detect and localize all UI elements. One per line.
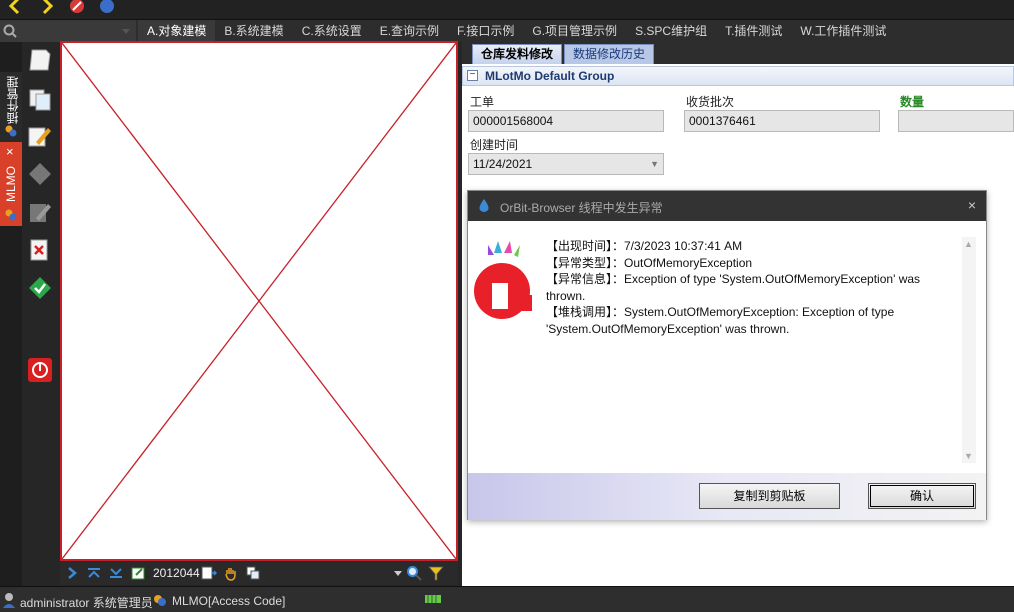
forward-arrow-icon[interactable] xyxy=(38,0,56,15)
scroll-up-icon[interactable]: ▲ xyxy=(964,239,973,249)
status-bar: administrator 系统管理员 MLMO[Access Code] xyxy=(0,586,1014,612)
menu-item-spc-maintenance[interactable]: S.SPC维护组 xyxy=(626,20,716,42)
record-id: 2012044 xyxy=(153,566,200,580)
menu-item-work-plugin-test[interactable]: W.工作插件测试 xyxy=(791,20,895,42)
menu-item-interface-examples[interactable]: F.接口示例 xyxy=(448,20,523,42)
dialog-body: 【出现时间】：7/3/2023 10:37:41 AM 【异常类型】：OutOf… xyxy=(468,221,986,473)
menu-search-box[interactable] xyxy=(0,20,136,42)
main-menu-bar: A.对象建模 B.系统建模 C.系统设置 E.查询示例 F.接口示例 G.项目管… xyxy=(0,20,1014,42)
delete-icon[interactable] xyxy=(26,236,54,264)
receive-batch-label: 收货批次 xyxy=(686,95,735,109)
disabled-edit-icon[interactable] xyxy=(26,198,54,226)
created-time-picker[interactable]: 11/24/2021 ▼ xyxy=(468,153,664,175)
form-tab-strip: 仓库发料修改 数据修改历史 xyxy=(462,42,1014,64)
hand-pan-icon[interactable] xyxy=(223,565,239,581)
orbit-logo-icon xyxy=(474,241,532,319)
exception-type-line: 【异常类型】：OutOfMemoryException xyxy=(546,255,753,270)
back-arrow-icon[interactable] xyxy=(6,0,24,15)
menu-item-project-management[interactable]: G.项目管理示例 xyxy=(523,20,626,42)
copy-document-icon[interactable] xyxy=(26,84,54,112)
top-toolbar xyxy=(0,0,1014,20)
receive-batch-field[interactable]: 0001376461 xyxy=(684,110,880,132)
scroll-down-icon[interactable]: ▼ xyxy=(964,451,973,461)
multi-copy-icon[interactable] xyxy=(245,565,261,581)
dialog-title: OrBit-Browser 线程中发生异常 xyxy=(500,201,663,215)
app-drop-icon xyxy=(479,199,489,212)
left-vertical-tabs: 插件管理 × MLMO xyxy=(0,42,22,586)
status-module: MLMO[Access Code] xyxy=(172,594,286,608)
exception-stack-line: 【堆栈调用】：System.OutOfMemoryException: Exce… xyxy=(546,305,895,336)
copy-to-clipboard-button[interactable]: 复制到剪贴板 xyxy=(699,483,840,509)
exit-power-icon[interactable] xyxy=(26,356,54,384)
zoom-search-icon[interactable] xyxy=(406,565,422,581)
tab-mlmo-close-icon[interactable]: × xyxy=(6,144,14,159)
tool-icon-column xyxy=(22,42,58,586)
menu-item-system-modeling[interactable]: B.系统建模 xyxy=(215,20,292,42)
created-time-label: 创建时间 xyxy=(470,138,519,152)
export-icon[interactable] xyxy=(130,565,146,581)
image-toolbar: 2012044 xyxy=(60,561,458,585)
group-title: MLotMo Default Group xyxy=(485,69,615,83)
exception-message: 【出现时间】：7/3/2023 10:37:41 AM 【异常类型】：OutOf… xyxy=(546,238,956,337)
tab-plugin-management-label: 插件管理 xyxy=(6,76,20,124)
tab-data-edit-history[interactable]: 数据修改历史 xyxy=(564,44,655,64)
expand-icon[interactable] xyxy=(64,565,80,581)
quantity-label: 数量 xyxy=(900,95,925,109)
menu-item-system-settings[interactable]: C.系统设置 xyxy=(293,20,371,42)
mlmo-module-icon xyxy=(5,209,17,221)
created-time-value: 11/24/2021 xyxy=(473,157,533,171)
user-icon xyxy=(3,593,15,608)
menu-item-object-modeling[interactable]: A.对象建模 xyxy=(138,20,216,42)
tab-plugin-management[interactable]: 插件管理 xyxy=(0,72,22,142)
module-icon xyxy=(154,595,166,606)
group-header[interactable]: − MLotMo Default Group xyxy=(462,66,1014,86)
menu-item-plugin-test[interactable]: T.插件测试 xyxy=(716,20,791,42)
plugin-icon xyxy=(5,125,17,137)
move-top-icon[interactable] xyxy=(86,565,102,581)
disabled-action-icon[interactable] xyxy=(26,160,54,188)
zoom-dropdown-chevron-icon[interactable] xyxy=(394,571,402,576)
work-order-field[interactable]: 000001568004 xyxy=(468,110,664,132)
network-status-icon xyxy=(425,595,441,603)
tab-mlmo-label: MLMO xyxy=(4,166,18,202)
missing-image-placeholder xyxy=(62,43,456,559)
filter-icon[interactable] xyxy=(428,565,444,581)
menu-items: A.对象建模 B.系统建模 C.系统设置 E.查询示例 F.接口示例 G.项目管… xyxy=(138,20,895,42)
confirm-button[interactable]: 确认 xyxy=(868,483,976,509)
move-bottom-icon[interactable] xyxy=(108,565,124,581)
dialog-title-bar[interactable]: OrBit-Browser 线程中发生异常 × xyxy=(468,191,986,221)
quantity-field[interactable] xyxy=(898,110,1014,132)
exception-time-line: 【出现时间】：7/3/2023 10:37:41 AM xyxy=(546,239,743,253)
collapse-icon[interactable]: − xyxy=(467,70,478,81)
chevron-down-icon[interactable] xyxy=(122,29,130,34)
work-order-label: 工单 xyxy=(470,95,495,109)
table-columns-icon[interactable] xyxy=(201,565,217,581)
tab-mlmo[interactable]: × MLMO xyxy=(0,142,22,226)
edit-pencil-icon[interactable] xyxy=(26,122,54,150)
app-window: A.对象建模 B.系统建模 C.系统设置 E.查询示例 F.接口示例 G.项目管… xyxy=(0,0,1014,612)
dialog-scrollbar[interactable]: ▲ ▼ xyxy=(962,237,976,463)
date-dropdown-icon[interactable]: ▼ xyxy=(650,154,659,174)
tab-warehouse-issue-edit[interactable]: 仓库发料修改 xyxy=(472,44,563,64)
status-user: administrator 系统管理员 xyxy=(20,596,153,610)
stop-icon[interactable] xyxy=(68,0,86,15)
confirm-icon[interactable] xyxy=(26,274,54,302)
search-icon xyxy=(3,24,17,38)
exception-info-line: 【异常信息】：Exception of type 'System.OutOfMe… xyxy=(546,272,921,303)
dialog-footer: 复制到剪贴板 确认 xyxy=(468,473,986,520)
new-document-icon[interactable] xyxy=(26,46,54,74)
image-preview-panel xyxy=(60,41,458,561)
home-icon[interactable] xyxy=(98,0,116,15)
exception-dialog: OrBit-Browser 线程中发生异常 × 【出现时间】：7/3/2023 … xyxy=(467,190,987,520)
menu-item-query-examples[interactable]: E.查询示例 xyxy=(371,20,448,42)
dialog-close-icon[interactable]: × xyxy=(968,197,976,213)
